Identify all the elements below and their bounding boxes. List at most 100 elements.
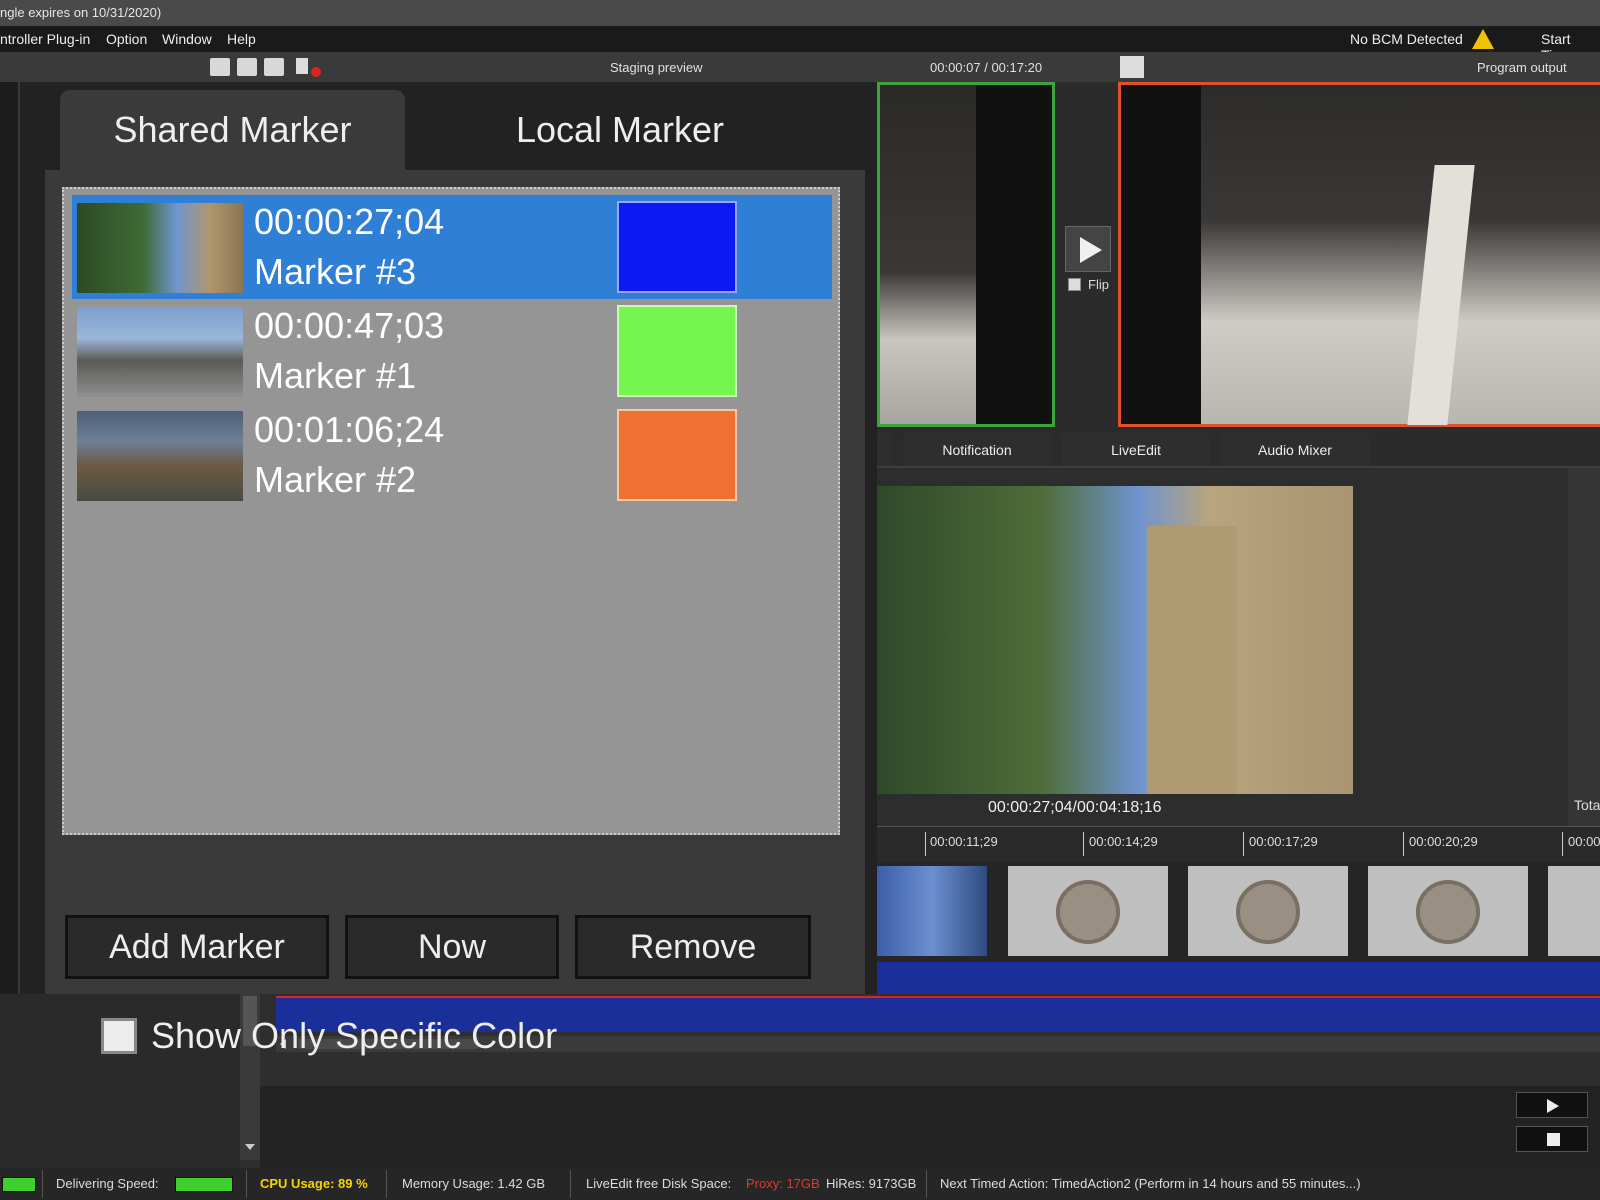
marker-panel: Shared Marker Local Marker 00:00:27;04 M… (20, 82, 877, 1056)
flip-label: Flip (1088, 277, 1109, 292)
remove-button[interactable]: Remove (575, 915, 811, 979)
marker-time: 00:01:06;24 (254, 409, 445, 450)
marker-name: Marker #1 (254, 355, 417, 396)
transport-play-button[interactable] (1516, 1092, 1588, 1118)
liveedit-preview-image[interactable] (877, 486, 1353, 794)
status-separator (570, 1170, 571, 1198)
scroll-down-icon[interactable] (245, 1144, 255, 1150)
pin-icon[interactable] (237, 58, 257, 76)
add-marker-button[interactable]: Add Marker (65, 915, 329, 979)
show-specific-color-option[interactable]: Show Only Specific Color (101, 1015, 557, 1057)
menu-controller-plugin[interactable]: ntroller Plug-in (0, 31, 90, 47)
tab-liveedit[interactable]: LiveEdit (1062, 433, 1210, 467)
ruler-label: 00:00 (1568, 834, 1600, 849)
menu-option[interactable]: Option (106, 31, 147, 47)
total-label: Tota (1574, 797, 1600, 813)
cpu-usage: CPU Usage: 89 % (260, 1176, 368, 1191)
play-icon (1080, 237, 1102, 263)
ruler-label: 00:00:14;29 (1089, 834, 1158, 849)
ruler-tick (1403, 832, 1404, 856)
medallion (1236, 880, 1300, 944)
memory-usage: Memory Usage: 1.42 GB (402, 1176, 546, 1191)
status-separator (926, 1170, 927, 1198)
staging-time: 00:00:07 / 00:17:20 (930, 60, 1043, 75)
staging-preview[interactable] (877, 82, 1055, 427)
ruler-label: 00:00:20;29 (1409, 834, 1478, 849)
marker-name: Marker #2 (254, 459, 417, 500)
staging-preview-title: Staging preview (610, 60, 703, 75)
delivering-speed-meter (175, 1177, 233, 1192)
marker-body: 00:00:27;04 Marker #3 00:00:47;03 Marker… (45, 170, 865, 1056)
disk-space-label: LiveEdit free Disk Space: (586, 1176, 732, 1191)
ruler-tick (1562, 832, 1563, 856)
show-specific-color-checkbox[interactable] (101, 1018, 137, 1054)
title-text: ngle expires on 10/31/2020) (0, 5, 162, 20)
tab-notification-label: Notification (942, 442, 1012, 458)
warning-icon (1472, 29, 1494, 49)
status-separator (246, 1170, 247, 1198)
filmstrip-frame[interactable] (1368, 866, 1528, 956)
tab-audio-mixer[interactable]: Audio Mixer (1220, 433, 1370, 467)
proxy-disk-space: Proxy: 17GB (746, 1176, 820, 1191)
tab-local-marker[interactable]: Local Marker (420, 90, 820, 170)
marker-time: 00:00:47;03 (254, 305, 445, 346)
bcm-status: No BCM Detected (1350, 31, 1463, 47)
show-specific-color-label: Show Only Specific Color (151, 1015, 558, 1056)
marker-row[interactable]: 00:01:06;24 Marker #2 (72, 403, 832, 507)
liveedit-right-pane (1568, 468, 1600, 826)
hires-disk-space: HiRes: 9173GB (826, 1176, 917, 1191)
tab-previous[interactable] (877, 433, 893, 467)
marker-row[interactable]: 00:00:47;03 Marker #1 (72, 299, 832, 403)
medallion (1056, 880, 1120, 944)
program-output-title: Program output (1477, 60, 1567, 75)
marker-list[interactable]: 00:00:27;04 Marker #3 00:00:47;03 Marker… (62, 187, 840, 835)
layout-icon[interactable] (210, 58, 230, 76)
window-icon[interactable] (264, 58, 284, 76)
tab-notification[interactable]: Notification (903, 433, 1051, 467)
tab-shared-marker[interactable]: Shared Marker (60, 90, 405, 170)
playback-timecode: 00:00:27;04/00:04:18;16 (988, 799, 1162, 816)
filmstrip-frame[interactable] (1548, 866, 1600, 956)
menu-help[interactable]: Help (227, 31, 256, 47)
program-video-frame (1201, 85, 1600, 424)
ruler-label: 00:00:11;29 (930, 834, 998, 849)
now-button[interactable]: Now (345, 915, 559, 979)
filmstrip-frame[interactable] (1188, 866, 1348, 956)
stop-icon (1547, 1133, 1560, 1146)
delivering-speed-label: Delivering Speed: (56, 1176, 159, 1191)
marker-color-swatch[interactable] (617, 409, 737, 501)
marker-color-swatch[interactable] (617, 305, 737, 397)
ruler-tick (1243, 832, 1244, 856)
timeline-track-top[interactable] (877, 962, 1600, 994)
tab-audio-mixer-label: Audio Mixer (1258, 442, 1332, 458)
ruler-tick (1083, 832, 1084, 856)
status-meter (2, 1177, 36, 1192)
play-icon (1547, 1099, 1559, 1113)
mute-icon[interactable] (296, 58, 308, 74)
marker-name: Marker #3 (254, 251, 417, 292)
swap-icon[interactable] (1120, 56, 1144, 78)
take-button[interactable] (1065, 226, 1111, 272)
marker-row[interactable]: 00:00:27;04 Marker #3 (72, 195, 832, 299)
transport-stop-button[interactable] (1516, 1126, 1588, 1152)
tab-local-marker-label: Local Marker (515, 109, 725, 150)
marker-time: 00:00:27;04 (254, 201, 445, 242)
status-separator (42, 1170, 43, 1198)
clock-tower (1147, 526, 1237, 794)
marker-thumbnail (77, 307, 243, 397)
preview-toolbar: Staging preview 00:00:07 / 00:17:20 Prog… (0, 52, 1600, 82)
next-timed-action: Next Timed Action: TimedAction2 (Perform… (940, 1176, 1361, 1191)
mute-indicator-icon (311, 67, 321, 77)
status-separator (386, 1170, 387, 1198)
filmstrip-frame[interactable] (877, 866, 987, 956)
menu-window[interactable]: Window (162, 31, 212, 47)
add-marker-label: Add Marker (109, 927, 285, 966)
program-output-preview[interactable] (1118, 82, 1600, 427)
flip-checkbox[interactable] (1068, 278, 1081, 291)
marker-thumbnail (77, 203, 243, 293)
filmstrip-frame[interactable] (1008, 866, 1168, 956)
tab-liveedit-label: LiveEdit (1111, 442, 1161, 458)
marker-color-swatch[interactable] (617, 201, 737, 293)
timeline-lower-band (260, 1086, 1600, 1168)
now-label: Now (417, 927, 487, 966)
